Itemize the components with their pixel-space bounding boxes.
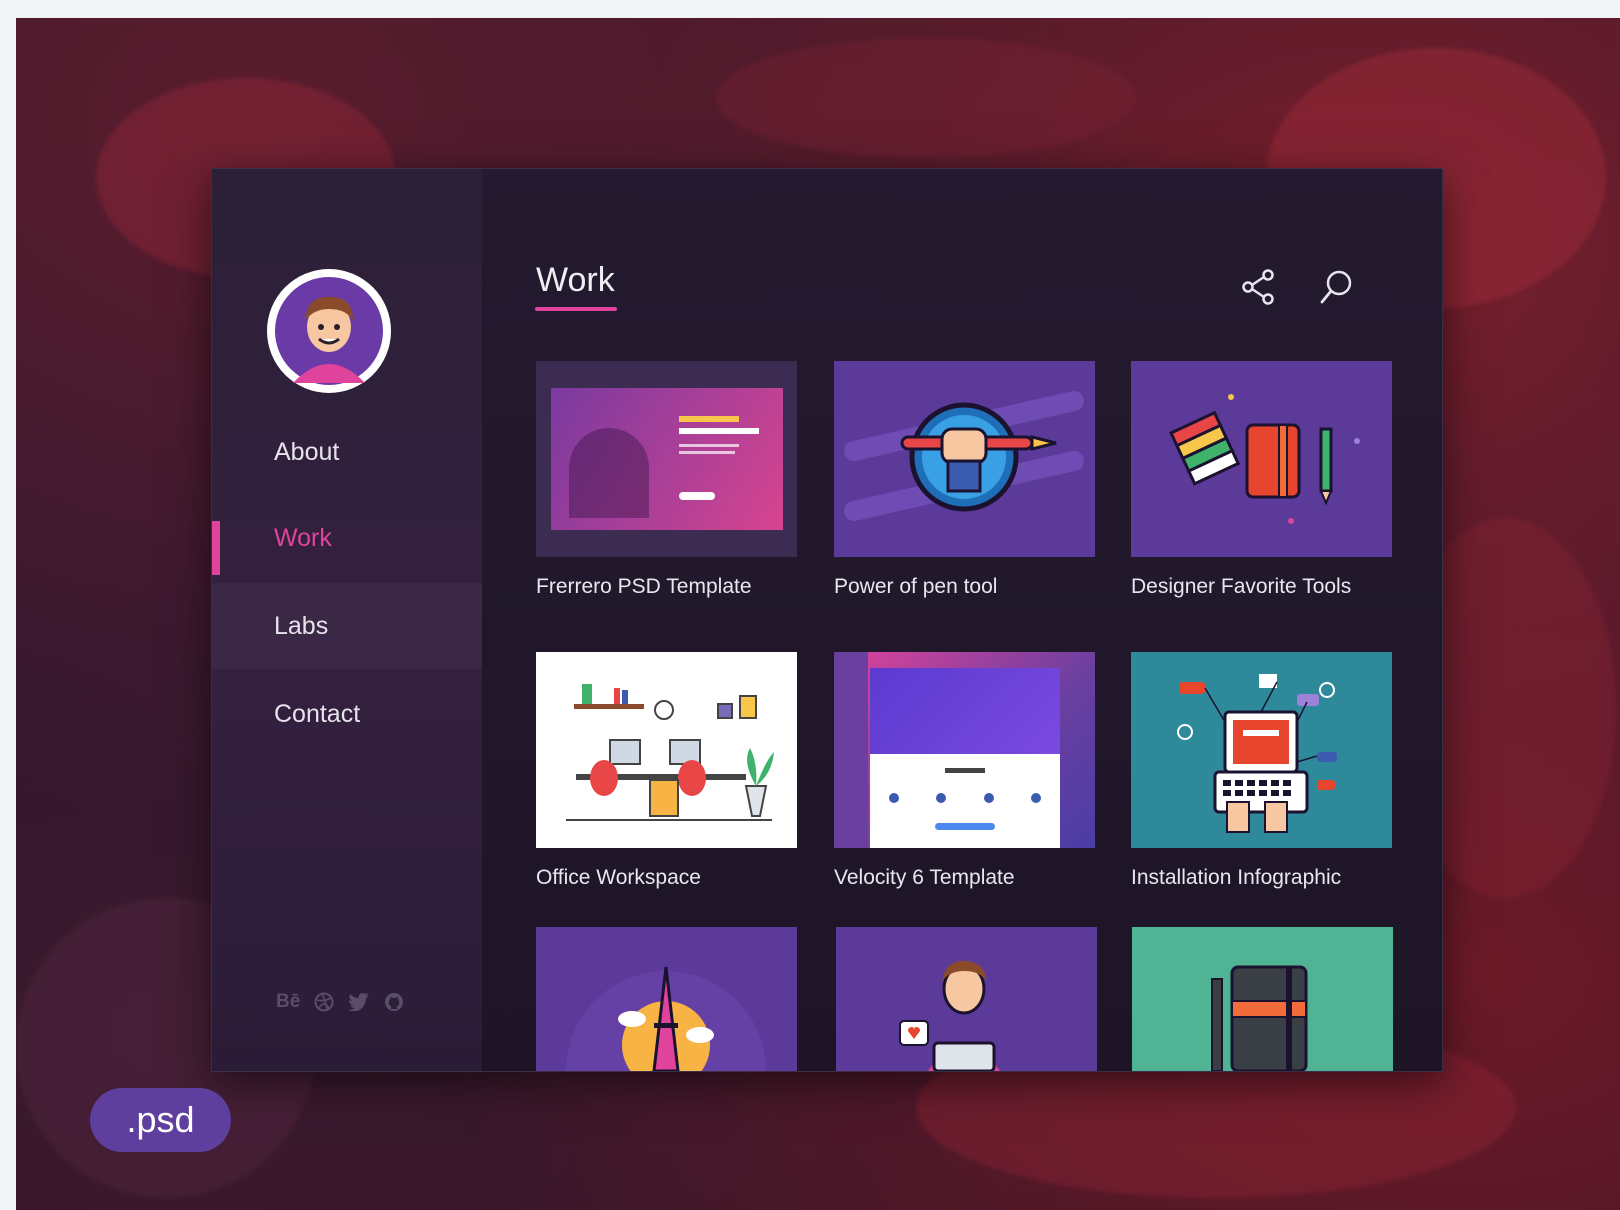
project-title: Frerrero PSD Template [536, 575, 752, 598]
project-card[interactable]: Designer Favorite Tools [1131, 361, 1392, 599]
project-thumbnail [1132, 927, 1393, 1071]
eiffel-tower-illustration [566, 966, 766, 1071]
project-card[interactable] [536, 927, 797, 1071]
sidebar-item-work[interactable]: Work [212, 495, 482, 581]
project-thumbnail [836, 927, 1097, 1071]
sidebar-item-label: Labs [274, 611, 329, 640]
sidebar-item-contact[interactable]: Contact [212, 671, 482, 757]
project-title: Installation Infographic [1131, 866, 1342, 889]
design-tools-illustration [1169, 394, 1360, 524]
project-thumbnail [536, 652, 797, 848]
website-mockup-image [550, 388, 783, 530]
dribbble-icon[interactable] [314, 992, 334, 1012]
sidebar: About Work Labs Contact Bē [212, 169, 482, 1071]
project-thumbnail [834, 652, 1095, 848]
project-thumbnail [536, 927, 797, 1071]
project-thumbnail [834, 361, 1095, 557]
title-underline [535, 307, 617, 311]
psd-badge: .psd [90, 1088, 231, 1152]
behance-icon[interactable]: Bē [276, 991, 300, 1013]
velocity-mockup-image [870, 668, 1060, 848]
sidebar-item-label: Contact [274, 699, 361, 728]
project-title: Power of pen tool [834, 575, 998, 598]
share-icon[interactable] [1238, 267, 1278, 307]
project-thumbnail [1131, 652, 1392, 848]
social-links: Bē [276, 991, 404, 1013]
main-content: Work Frerrero PSD Template Power of pen … [482, 169, 1442, 1071]
project-title: Designer Favorite Tools [1131, 575, 1352, 598]
github-icon[interactable] [384, 992, 404, 1012]
project-card[interactable]: Frerrero PSD Template [536, 361, 797, 599]
search-icon[interactable] [1316, 267, 1356, 307]
project-card[interactable]: Office Workspace [536, 652, 797, 890]
project-card[interactable]: Power of pen tool [834, 361, 1095, 599]
project-title: Velocity 6 Template [834, 866, 1015, 889]
project-card[interactable]: Installation Infographic [1131, 652, 1392, 890]
office-workspace-illustration [566, 684, 774, 821]
project-card[interactable] [836, 927, 1097, 1071]
project-card[interactable] [1132, 927, 1393, 1071]
twitter-icon[interactable] [348, 993, 370, 1011]
avatar[interactable] [267, 269, 391, 393]
project-thumbnail [1131, 361, 1392, 557]
designer-avatar-illustration [899, 960, 1000, 1071]
page-title: Work [536, 261, 615, 299]
sidebar-item-label: About [274, 437, 340, 466]
portfolio-window: About Work Labs Contact Bē Work Frerrero… [211, 168, 1443, 1072]
sidebar-item-label: Work [274, 523, 332, 552]
sidebar-item-about[interactable]: About [212, 409, 482, 495]
sidebar-item-labs[interactable]: Labs [212, 583, 482, 669]
project-title: Office Workspace [536, 866, 701, 889]
project-thumbnail [536, 361, 797, 557]
notebook-illustration [1211, 965, 1308, 1071]
avatar-illustration [275, 277, 383, 385]
pen-tool-illustration [844, 391, 1084, 521]
infographic-illustration [1177, 674, 1337, 833]
project-card[interactable]: Velocity 6 Template [834, 652, 1095, 890]
